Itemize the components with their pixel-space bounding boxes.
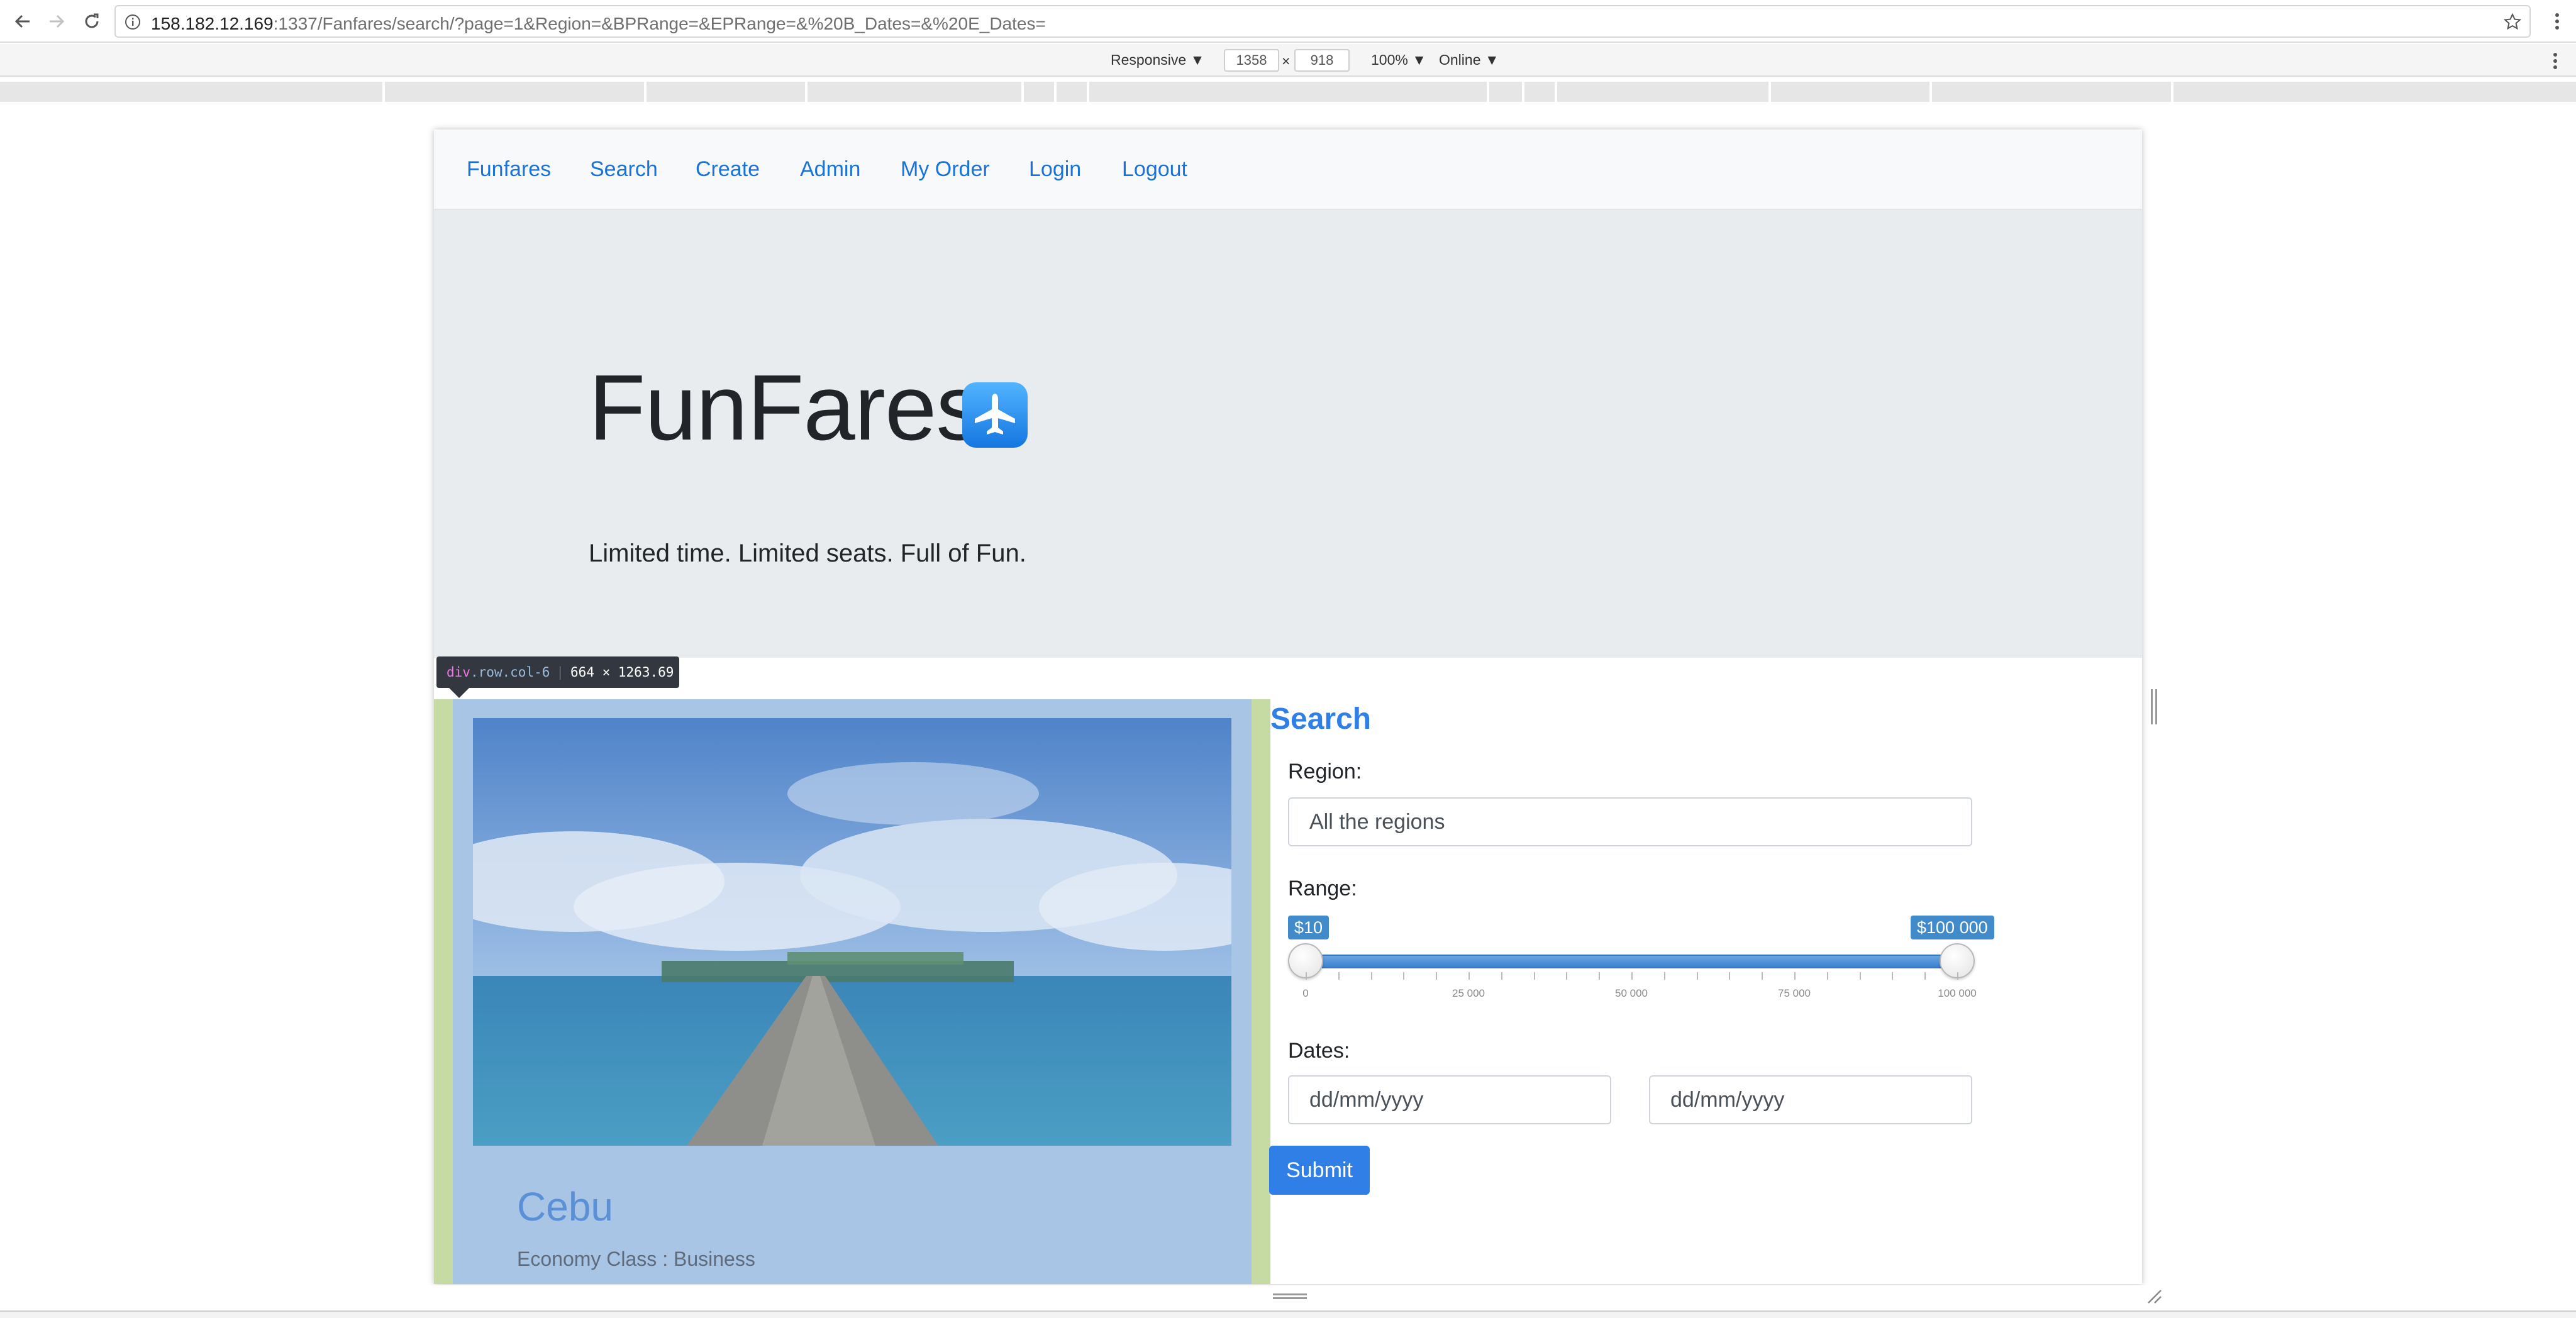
range-tick [1566,972,1568,980]
dates-label: Dates: [1288,1039,1350,1063]
hero-tagline: Limited time. Limited seats. Full of Fun… [589,540,1026,567]
bookmark-star-icon[interactable] [2503,13,2522,35]
submit-button[interactable]: Submit [1269,1146,1370,1195]
url-path: :1337/Fanfares/search/?page=1&Region=&BP… [273,14,1046,33]
site-navbar: Funfares Search Create Admin My Order Lo… [434,130,2142,210]
range-label: Range: [1288,877,1357,900]
range-tick [1762,972,1763,980]
url-text: 158.182.12.169:1337/Fanfares/search/?pag… [151,14,1046,34]
nav-link-admin[interactable]: Admin [800,157,860,182]
result-column: Cebu Economy Class : Business [434,699,1270,1284]
range-track[interactable] [1307,955,1957,968]
device-toolbar: Responsive ▼ 1358 × 918 100% ▼ Online ▼ [0,44,2576,77]
resize-handle-right-icon[interactable] [2150,689,2158,724]
range-tick [1436,972,1438,980]
media-query-segment[interactable] [1771,82,1932,102]
result-card[interactable]: Cebu Economy Class : Business [453,699,1252,1284]
media-query-segment[interactable] [1057,82,1089,102]
media-query-segment[interactable] [1524,82,1557,102]
nav-link-search[interactable]: Search [590,157,658,182]
nav-link-funfares[interactable]: Funfares [467,157,551,182]
chrome-menu-icon[interactable] [2551,9,2563,34]
range-max-badge: $100 000 [1911,916,1994,939]
browser-toolbar: 158.182.12.169:1337/Fanfares/search/?pag… [0,0,2576,43]
media-query-segment[interactable] [647,82,808,102]
inspector-tooltip: div .row.col-6 | 664 × 1263.69 [436,656,679,688]
media-query-segment[interactable] [1932,82,2174,102]
media-query-segment[interactable] [1489,82,1524,102]
address-bar[interactable]: 158.182.12.169:1337/Fanfares/search/?pag… [114,5,2531,38]
nav-link-create[interactable]: Create [696,157,760,182]
hero-title: FunFares [589,356,982,460]
network-throttle-select[interactable]: Online ▼ [1439,52,1499,69]
media-query-segment[interactable] [1089,82,1489,102]
back-arrow-icon[interactable] [8,6,38,36]
url-host: 158.182.12.169 [151,14,274,33]
range-tick [1631,972,1633,980]
range-tick-label: 50 000 [1615,987,1648,999]
range-tick-label: 25 000 [1452,987,1485,999]
destination-photo [473,718,1231,1146]
zoom-select[interactable]: 100% ▼ [1371,52,1426,69]
date-to-input[interactable]: dd/mm/yyyy [1649,1075,1972,1124]
device-select[interactable]: Responsive ▼ [1111,52,1204,69]
range-tick [1794,972,1796,980]
range-tick-label: 0 [1302,987,1309,999]
nav-link-my-order[interactable]: My Order [901,157,990,182]
device-width-input[interactable]: 1358 [1224,49,1279,72]
media-query-segment[interactable] [1557,82,1771,102]
resize-corner-icon[interactable] [2146,1288,2162,1304]
range-tick [1338,972,1340,980]
airplane-icon [962,382,1028,448]
range-tick [1306,972,1307,980]
result-class-text: Economy Class : Business [517,1248,755,1270]
hero-jumbotron: FunFares Limited time. Limited seats. Fu… [434,210,2142,658]
devtools-more-icon[interactable] [2551,50,2560,72]
search-heading: Search [1270,702,1372,736]
region-input[interactable]: All the regions [1288,797,1972,846]
info-icon[interactable] [125,14,141,33]
range-tick [1826,972,1828,980]
range-min-badge: $10 [1288,916,1330,939]
range-tick [1696,972,1698,980]
range-tick [1403,972,1405,980]
region-label: Region: [1288,760,1362,784]
media-query-bar [0,82,2576,102]
result-destination-title[interactable]: Cebu [517,1183,613,1230]
nav-link-logout[interactable]: Logout [1122,157,1187,182]
range-tick [1663,972,1665,980]
range-tick [1729,972,1731,980]
device-height-input[interactable]: 918 [1294,49,1350,72]
range-tick [1599,972,1601,980]
inspector-tag: div [447,665,470,680]
inspector-tooltip-arrow [449,688,469,698]
media-query-segment[interactable] [0,82,385,102]
range-tick [1892,972,1894,980]
range-tick-label: 75 000 [1778,987,1811,999]
inspector-classes: .row.col-6 [470,665,550,680]
devtools-panel-edge [0,1310,2576,1318]
range-tick [1370,972,1372,980]
range-tick [1924,972,1926,980]
reload-icon[interactable] [77,6,107,36]
price-range-slider[interactable]: $10 $100 000 0 25 000 50 000 75 000 100 000 [1288,916,2043,1010]
date-from-input[interactable]: dd/mm/yyyy [1288,1075,1611,1124]
range-tick [1957,972,1958,980]
media-query-segment[interactable] [808,82,1024,102]
range-tick [1533,972,1535,980]
nav-link-login[interactable]: Login [1029,157,1081,182]
range-tick [1468,972,1470,980]
media-query-segment[interactable] [385,82,647,102]
inspector-size: 664 × 1263.69 [570,665,674,680]
media-query-segment[interactable] [1024,82,1057,102]
forward-arrow-icon[interactable] [42,6,72,36]
range-tick [1859,972,1861,980]
range-tick [1501,972,1502,980]
range-tick-label: 100 000 [1938,987,1977,999]
resize-handle-bottom-icon[interactable] [1273,1292,1307,1299]
dimension-separator: × [1282,53,1291,69]
media-query-segment[interactable] [2174,82,2576,102]
device-viewport: Funfares Search Create Admin My Order Lo… [434,130,2142,1284]
